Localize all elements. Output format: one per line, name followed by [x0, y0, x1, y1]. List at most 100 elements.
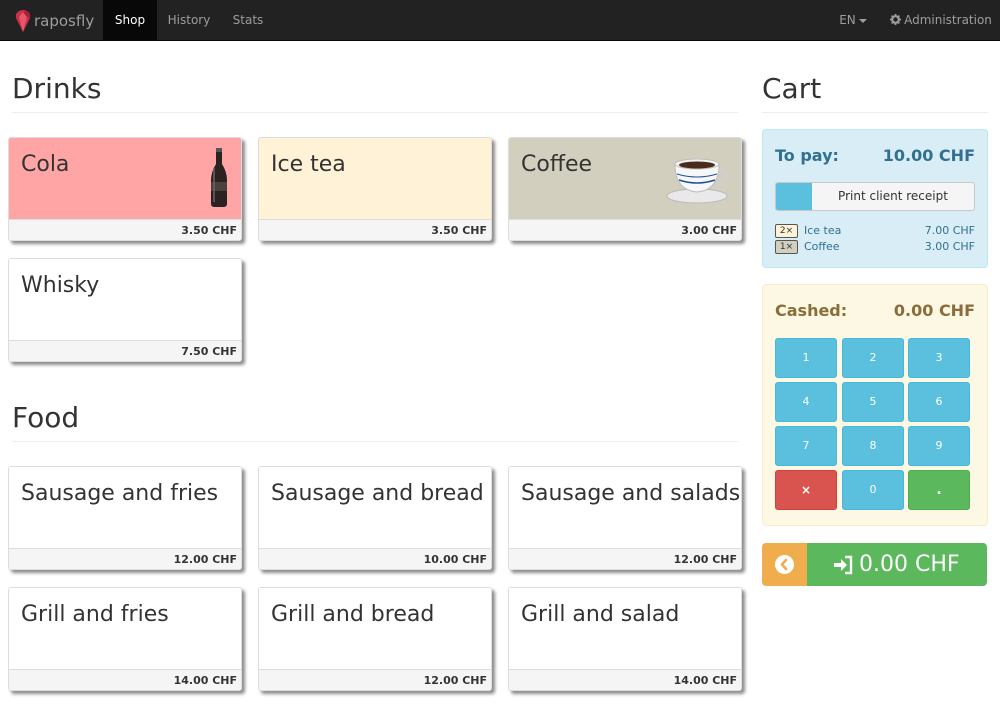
keypad-2-button[interactable]: 2 — [842, 338, 904, 378]
print-receipt-button[interactable]: Print client receipt — [775, 182, 975, 211]
product-price: 3.50 CHF — [181, 224, 237, 237]
tile-footer: 10.00 CHF — [259, 548, 491, 569]
cashed-amount: 0.00 CHF — [893, 301, 975, 320]
product-tile-whisky[interactable]: Whisky 7.50 CHF — [8, 258, 242, 362]
tile-background — [509, 467, 741, 548]
product-tile-sausage-and-fries[interactable]: Sausage and fries 12.00 CHF — [8, 466, 242, 570]
language-label: EN — [839, 13, 856, 27]
back-button[interactable] — [762, 543, 807, 586]
product-price: 3.00 CHF — [681, 224, 737, 237]
section-divider — [12, 441, 738, 442]
tile-background — [9, 138, 241, 219]
to-pay-panel: To pay: 10.00 CHF Print client receipt 2… — [762, 129, 988, 268]
keypad-4-button[interactable]: 4 — [775, 382, 837, 422]
keypad-decimal-button[interactable]: . — [908, 470, 970, 510]
cashed-panel: Cashed: 0.00 CHF 1 2 3 4 5 6 7 8 9 × 0 . — [762, 284, 988, 526]
product-price: 14.00 CHF — [173, 674, 237, 687]
cola-bottle-icon — [211, 148, 227, 207]
keypad-6-button[interactable]: 6 — [908, 382, 970, 422]
product-tile-sausage-and-bread[interactable]: Sausage and bread 10.00 CHF — [258, 466, 492, 570]
product-tile-ice-tea[interactable]: Ice tea 3.50 CHF — [258, 137, 492, 241]
tile-background — [509, 588, 741, 669]
brand[interactable]: raposfly — [14, 9, 94, 33]
product-tile-grill-and-bread[interactable]: Grill and bread 12.00 CHF — [258, 587, 492, 691]
product-tile-grill-and-salad[interactable]: Grill and salad 14.00 CHF — [508, 587, 742, 691]
tile-footer: 14.00 CHF — [509, 669, 741, 690]
checkout-amount: 0.00 CHF — [859, 552, 960, 577]
nav-tab-shop[interactable]: Shop — [103, 0, 157, 40]
nav-tab-stats[interactable]: Stats — [221, 0, 275, 40]
section-divider — [762, 112, 988, 113]
keypad-1-button[interactable]: 1 — [775, 338, 837, 378]
caret-down-icon — [858, 18, 867, 23]
keypad-7-button[interactable]: 7 — [775, 426, 837, 466]
product-price: 12.00 CHF — [673, 553, 737, 566]
brand-name: raposfly — [34, 12, 95, 30]
tile-footer: 3.00 CHF — [509, 219, 741, 240]
gear-icon — [890, 14, 902, 25]
keypad-clear-button[interactable]: × — [775, 470, 837, 510]
keypad-8-button[interactable]: 8 — [842, 426, 904, 466]
navbar: raposfly Shop History Stats EN Administr… — [0, 0, 1000, 41]
cart-item-name: Coffee — [804, 240, 840, 253]
product-name: Grill and bread — [271, 602, 435, 627]
product-tile-sausage-and-salads[interactable]: Sausage and salads 12.00 CHF — [508, 466, 742, 570]
section-title-food: Food — [12, 401, 80, 434]
tile-footer: 3.50 CHF — [259, 219, 491, 240]
cart-item-price: 7.00 CHF — [924, 224, 975, 237]
product-name: Grill and salad — [521, 602, 680, 627]
product-name: Whisky — [21, 273, 100, 298]
section-title-drinks: Drinks — [12, 72, 102, 105]
product-name: Ice tea — [271, 152, 346, 177]
keypad-5-button[interactable]: 5 — [842, 382, 904, 422]
administration-link[interactable]: Administration — [882, 0, 1000, 40]
print-receipt-label: Print client receipt — [838, 189, 948, 203]
language-dropdown[interactable]: EN — [828, 0, 878, 40]
tile-background — [9, 467, 241, 548]
tile-background — [259, 138, 491, 219]
cart-title: Cart — [762, 72, 822, 105]
checkout-content: 0.00 CHF — [833, 552, 960, 577]
raposfly-logo-icon — [15, 10, 31, 32]
cart-item-name: Ice tea — [804, 224, 842, 237]
tile-background — [259, 588, 491, 669]
product-tile-grill-and-fries[interactable]: Grill and fries 14.00 CHF — [8, 587, 242, 691]
product-name: Sausage and fries — [21, 481, 219, 506]
keypad-3-button[interactable]: 3 — [908, 338, 970, 378]
administration-label: Administration — [904, 13, 992, 27]
quantity-badge: 1× — [775, 240, 798, 254]
keypad-0-button[interactable]: 0 — [842, 470, 904, 510]
product-price: 14.00 CHF — [673, 674, 737, 687]
quantity-badge: 2× — [775, 224, 798, 238]
tile-footer: 12.00 CHF — [509, 548, 741, 569]
tile-footer: 12.00 CHF — [9, 548, 241, 569]
tile-footer: 14.00 CHF — [9, 669, 241, 690]
tile-footer: 3.50 CHF — [9, 219, 241, 240]
checkout-button[interactable]: 0.00 CHF — [807, 543, 987, 586]
cart-item-price: 3.00 CHF — [924, 240, 975, 253]
tile-background — [9, 588, 241, 669]
chevron-left-icon — [775, 555, 794, 574]
to-pay-amount: 10.00 CHF — [882, 146, 975, 165]
cashed-label: Cashed: — [775, 301, 848, 320]
product-name: Cola — [21, 152, 70, 177]
cart-item[interactable]: 2× Ice tea 7.00 CHF — [775, 224, 975, 238]
keypad-9-button[interactable]: 9 — [908, 426, 970, 466]
product-price: 7.50 CHF — [181, 345, 237, 358]
sign-in-icon — [834, 555, 853, 574]
tile-footer: 12.00 CHF — [259, 669, 491, 690]
to-pay-label: To pay: — [775, 146, 839, 165]
tile-background — [259, 467, 491, 548]
product-price: 12.00 CHF — [423, 674, 487, 687]
product-name: Sausage and salads — [521, 481, 741, 506]
coffee-cup-icon — [666, 158, 728, 204]
product-name: Sausage and bread — [271, 481, 484, 506]
product-tile-coffee[interactable]: Coffee 3.00 CHF — [508, 137, 742, 241]
tile-background — [9, 259, 241, 340]
product-name: Grill and fries — [21, 602, 169, 627]
cart-item[interactable]: 1× Coffee 3.00 CHF — [775, 240, 975, 254]
product-name: Coffee — [521, 152, 593, 177]
product-tile-cola[interactable]: Cola 3.50 CHF — [8, 137, 242, 241]
nav-tab-history[interactable]: History — [157, 0, 221, 40]
product-price: 12.00 CHF — [173, 553, 237, 566]
